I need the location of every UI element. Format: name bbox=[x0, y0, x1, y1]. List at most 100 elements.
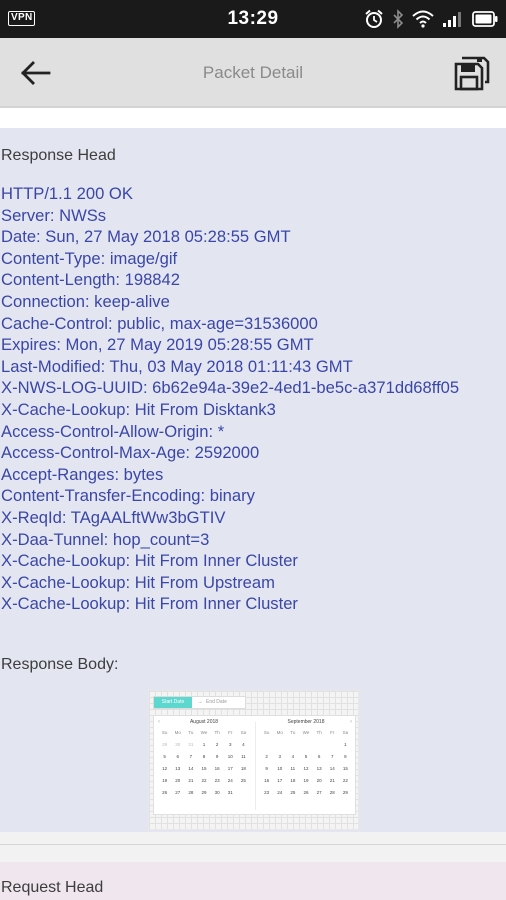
divider-line bbox=[0, 844, 506, 845]
calendar-preview: ‹ August 2018 Su Mo Tu We Th Fr Sa 29 30 31 1 2 3 4 5 6… bbox=[153, 715, 356, 815]
calendar-day: 2 bbox=[265, 754, 268, 759]
arrow-right-icon: → bbox=[197, 699, 203, 705]
calendar-weekday: We bbox=[200, 730, 208, 735]
start-date-label: Start Date bbox=[154, 697, 192, 708]
save-icon bbox=[454, 56, 490, 91]
battery-icon bbox=[472, 11, 498, 27]
calendar-day: 15 bbox=[342, 766, 348, 771]
calendar-day: 11 bbox=[241, 754, 246, 759]
calendar-day: 22 bbox=[201, 778, 207, 783]
calendar-day: 6 bbox=[176, 754, 179, 759]
response-header-line: Last-Modified: Thu, 03 May 2018 01:11:43… bbox=[1, 356, 353, 376]
calendar-weekday: Su bbox=[161, 730, 168, 735]
calendar-day: 11 bbox=[290, 766, 296, 771]
response-header-line: Access-Control-Allow-Origin: * bbox=[1, 421, 225, 441]
response-header-line: Accept-Ranges: bytes bbox=[1, 464, 164, 484]
calendar-day: 29 bbox=[201, 790, 207, 795]
section-divider bbox=[0, 832, 506, 862]
calendar-day: 3 bbox=[278, 754, 281, 759]
calendar-day: 28 bbox=[329, 790, 335, 795]
calendar-day: 9 bbox=[215, 754, 219, 759]
calendar-day: 8 bbox=[202, 754, 206, 759]
calendar-day: 18 bbox=[240, 766, 246, 771]
calendar-day: 7 bbox=[331, 754, 334, 759]
calendar-day bbox=[286, 740, 299, 750]
calendar-weekday: Sa bbox=[342, 730, 349, 735]
response-header-line: Content-Transfer-Encoding: binary bbox=[1, 486, 255, 506]
calendar-day: 10 bbox=[227, 754, 233, 759]
signal-icon bbox=[443, 12, 461, 27]
calendar-day: 13 bbox=[175, 766, 181, 771]
calendar-day: 20 bbox=[316, 778, 322, 783]
calendar-weekday: Th bbox=[316, 730, 322, 735]
response-header-line: Cache-Control: public, max-age=31536000 bbox=[1, 313, 318, 333]
calendar-day: 15 bbox=[201, 766, 207, 771]
response-header-line: X-Cache-Lookup: Hit From Disktank3 bbox=[1, 399, 276, 419]
response-body-title: Response Body: bbox=[1, 656, 119, 673]
response-header-line: X-Daa-Tunnel: hop_count=3 bbox=[1, 529, 210, 549]
calendar-day: 13 bbox=[316, 766, 322, 771]
response-header-line: Server: NWSs bbox=[1, 205, 107, 225]
calendar-day: 30 bbox=[214, 790, 220, 795]
calendar-day: 14 bbox=[329, 766, 335, 771]
calendar-day: 24 bbox=[227, 778, 233, 783]
response-header-line: X-Cache-Lookup: Hit From Inner Cluster bbox=[1, 594, 298, 614]
response-head-title: Response Head bbox=[1, 147, 116, 164]
page-title: Packet Detail bbox=[202, 63, 304, 82]
response-header-line: X-NWS-LOG-UUID: 6b62e94a-39e2-4ed1-be5c-… bbox=[1, 378, 460, 398]
response-header-line: Content-Type: image/gif bbox=[1, 248, 178, 268]
calendar-day: 27 bbox=[316, 790, 322, 795]
calendar-day bbox=[260, 740, 273, 750]
calendar-day: 1 bbox=[344, 742, 347, 747]
calendar-day: 19 bbox=[303, 778, 309, 783]
calendar-day bbox=[313, 740, 326, 750]
response-header-line: Expires: Mon, 27 May 2019 05:28:55 GMT bbox=[1, 335, 314, 355]
calendar-day: 28 bbox=[188, 790, 194, 795]
calendar-weekday: We bbox=[302, 730, 310, 735]
calendar-month-september: September 2018 › Su Mo Tu We Th Fr Sa 1 2 3 4 5 6 7 8 9… bbox=[260, 716, 352, 798]
calendar-day: 27 bbox=[175, 790, 181, 795]
response-header-line: X-Cache-Lookup: Hit From Upstream bbox=[1, 572, 275, 592]
calendar-weekday: Th bbox=[214, 730, 220, 735]
save-button[interactable] bbox=[452, 54, 492, 92]
request-panel: Request Head bbox=[0, 862, 506, 900]
response-header-line: Date: Sun, 27 May 2018 05:28:55 GMT bbox=[1, 227, 291, 247]
calendar-day: 17 bbox=[227, 766, 233, 771]
response-header-line: X-Cache-Lookup: Hit From Inner Cluster bbox=[1, 551, 298, 571]
response-header-list: HTTP/1.1 200 OK Server: NWSs Date: Sun, 27… bbox=[1, 183, 506, 615]
calendar-day: 23 bbox=[214, 778, 220, 783]
calendar-day: 25 bbox=[240, 778, 246, 783]
bluetooth-icon bbox=[393, 9, 404, 29]
calendar-day: 10 bbox=[277, 766, 283, 771]
calendar-day: 4 bbox=[291, 754, 295, 759]
calendar-weekday: Sa bbox=[240, 730, 247, 735]
status-bar: VPN 13:29 bbox=[0, 0, 506, 38]
calendar-weekday: Tu bbox=[290, 730, 296, 735]
date-range-bar: Start Date → End Date bbox=[153, 696, 246, 709]
calendar-day: 9 bbox=[265, 766, 268, 771]
response-header-line: X-ReqId: TAgAALftWw3bGTIV bbox=[1, 507, 226, 527]
calendar-day: 2 bbox=[215, 742, 219, 747]
calendar-weekday: Fr bbox=[330, 730, 335, 735]
calendar-weekday: Mo bbox=[174, 730, 181, 735]
calendar-day: 31 bbox=[227, 790, 233, 795]
end-date-label: End Date bbox=[206, 699, 227, 705]
alarm-icon bbox=[365, 9, 383, 28]
calendar-day: 26 bbox=[303, 790, 309, 795]
response-header-line: HTTP/1.1 200 OK bbox=[1, 184, 133, 203]
calendar-day bbox=[273, 740, 286, 750]
calendar-day bbox=[326, 740, 339, 750]
calendar-month-title: September 2018 bbox=[287, 719, 325, 725]
calendar-day: 22 bbox=[342, 778, 348, 783]
calendar-day: 16 bbox=[264, 778, 270, 783]
calendar-day: 5 bbox=[304, 754, 308, 759]
response-header-line: Content-Length: 198842 bbox=[1, 270, 180, 290]
calendar-day: 12 bbox=[162, 766, 168, 771]
calendar-weekday: Su bbox=[263, 730, 270, 735]
calendar-day bbox=[299, 740, 312, 750]
calendar-grid: Su Mo Tu We Th Fr Sa 1 2 3 4 5 6 7 8 9 10 11 12 13 14 15 16 17 1… bbox=[260, 728, 352, 798]
calendar-day: 21 bbox=[188, 778, 194, 783]
calendar-day: 4 bbox=[242, 742, 245, 747]
wifi-icon bbox=[412, 10, 434, 28]
calendar-weekday: Mo bbox=[276, 730, 283, 735]
